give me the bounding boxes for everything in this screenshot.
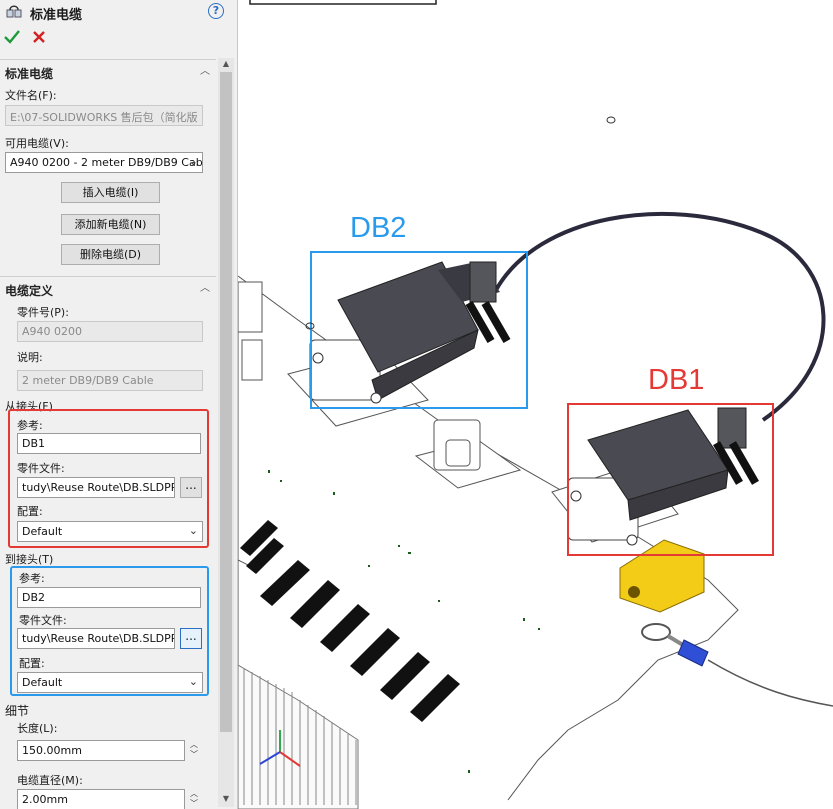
scroll-up-icon[interactable]: ▲ xyxy=(220,58,232,70)
section-title-details: 细节 xyxy=(5,704,30,718)
from-browse-button[interactable]: ... xyxy=(180,477,202,498)
property-manager-title: 标准电缆 xyxy=(30,8,83,23)
ok-check-icon[interactable] xyxy=(3,28,21,46)
available-cable-select[interactable]: A940 0200 - 2 meter DB9/DB9 Cabl ⌄ xyxy=(5,152,203,173)
to-browse-button[interactable]: ... xyxy=(180,628,202,649)
dropdown-arrow-icon[interactable]: ⌄ xyxy=(189,524,198,537)
delete-cable-button[interactable]: 删除电缆(D) xyxy=(61,244,160,265)
spinner-icon[interactable]: ︿ ﹀ xyxy=(188,789,200,809)
cable-icon xyxy=(6,5,22,18)
available-cable-label: 可用电缆(V): xyxy=(5,137,69,150)
dropdown-arrow-icon[interactable]: ⌄ xyxy=(189,675,198,688)
file-name-field: E:\07-SOLIDWORKS 售后包（简化版 xyxy=(5,105,203,126)
to-config-select[interactable]: Default ⌄ xyxy=(17,672,203,693)
spinner-icon[interactable]: ︿ ﹀ xyxy=(188,740,200,761)
length-label: 长度(L): xyxy=(17,722,58,735)
available-cable-value: A940 0200 - 2 meter DB9/DB9 Cabl xyxy=(10,156,203,169)
db2-connector xyxy=(287,261,511,427)
to-reference-label: 参考: xyxy=(19,572,45,585)
graphics-viewport[interactable]: DB2 DB1 xyxy=(238,0,833,809)
divider xyxy=(0,59,216,60)
cad-scene[interactable] xyxy=(238,0,833,809)
from-config-select[interactable]: Default ⌄ xyxy=(17,521,203,542)
scroll-down-icon[interactable]: ▼ xyxy=(220,793,232,805)
section-title-definition: 电缆定义 xyxy=(5,284,54,298)
db2-label: DB2 xyxy=(350,212,407,244)
description-label: 说明: xyxy=(17,351,43,364)
length-input[interactable]: 150.00mm xyxy=(17,740,185,761)
diameter-label: 电缆直径(M): xyxy=(17,774,83,787)
description-field: 2 meter DB9/DB9 Cable xyxy=(17,370,203,391)
left-connectors xyxy=(238,281,263,381)
help-icon[interactable]: ? xyxy=(208,3,224,19)
to-config-value: Default xyxy=(22,676,63,689)
heatsink xyxy=(238,664,359,809)
part-number-field: A940 0200 xyxy=(17,321,203,342)
from-reference-label: 参考: xyxy=(17,419,43,432)
db1-label: DB1 xyxy=(648,364,705,396)
db1-connector xyxy=(551,407,759,546)
panel-scrollbar-thumb[interactable] xyxy=(220,72,232,732)
insert-cable-button[interactable]: 插入电缆(I) xyxy=(61,182,160,203)
from-reference-input[interactable]: DB1 xyxy=(17,433,201,454)
file-name-label: 文件名(F): xyxy=(5,89,57,102)
to-reference-input[interactable]: DB2 xyxy=(17,587,201,608)
to-connector-label: 到接头(T) xyxy=(5,553,54,566)
board-hole xyxy=(606,116,616,124)
divider xyxy=(0,276,216,277)
to-part-file-input[interactable]: tudy\Reuse Route\DB.SLDPRT xyxy=(17,628,175,649)
cancel-x-icon[interactable] xyxy=(30,28,48,46)
from-part-file-label: 零件文件: xyxy=(17,462,65,475)
diameter-input[interactable]: 2.00mm xyxy=(17,789,185,809)
ring-lug xyxy=(641,623,833,707)
from-config-value: Default xyxy=(22,525,63,538)
section-title-cable: 标准电缆 xyxy=(5,67,54,81)
terminal-block xyxy=(619,539,705,613)
add-cable-button[interactable]: 添加新电缆(N) xyxy=(61,214,160,235)
to-config-label: 配置: xyxy=(19,657,45,670)
from-config-label: 配置: xyxy=(17,505,43,518)
toolbar-frame xyxy=(249,0,437,5)
db-connector-middle xyxy=(414,419,522,489)
collapse-chevron-icon[interactable]: ︿ xyxy=(199,284,211,294)
dropdown-arrow-icon[interactable]: ⌄ xyxy=(189,155,198,168)
property-manager: 标准电缆 ? ▲ ▼ 标准电缆 ︿ 文件名(F): E:\07-SOLIDWOR… xyxy=(0,0,238,809)
to-part-file-label: 零件文件: xyxy=(19,614,67,627)
part-number-label: 零件号(P): xyxy=(17,306,69,319)
collapse-chevron-icon[interactable]: ︿ xyxy=(199,67,211,77)
property-manager-header: 标准电缆 ? xyxy=(0,0,236,24)
from-part-file-input[interactable]: tudy\Reuse Route\DB.SLDPRT xyxy=(17,477,175,498)
